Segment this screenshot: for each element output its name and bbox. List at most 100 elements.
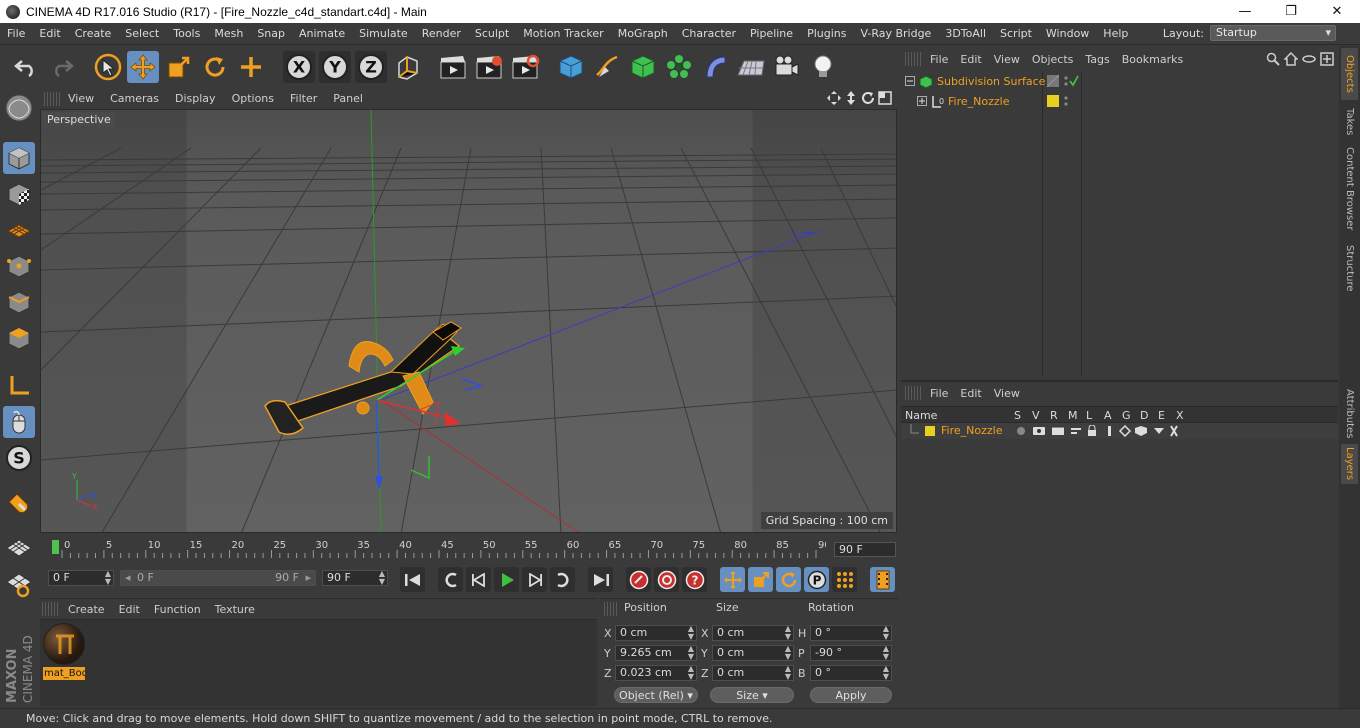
column-visible[interactable]: V [1032, 409, 1040, 422]
layout-dropdown[interactable]: Startup [1210, 25, 1336, 41]
object-row-fire-nozzle[interactable]: 0 Fire_Nozzle [901, 92, 1338, 112]
render-to-picture-viewer-button[interactable] [473, 51, 505, 83]
render-settings-button[interactable] [509, 51, 541, 83]
menu-select[interactable]: Select [118, 27, 166, 40]
add-deformer-button[interactable] [699, 51, 731, 83]
expand-icon[interactable] [917, 96, 927, 106]
tab-structure[interactable]: Structure [1341, 238, 1358, 298]
object-menu-file[interactable]: File [925, 53, 955, 66]
add-light-button[interactable] [807, 51, 839, 83]
menu-tools[interactable]: Tools [166, 27, 207, 40]
rotation-p-field[interactable]: -90 ° ▲ ▼ [810, 645, 892, 661]
menu-edit[interactable]: Edit [32, 27, 67, 40]
menu-create[interactable]: Create [68, 27, 119, 40]
size-mode-dropdown[interactable]: Size ▾ [710, 687, 794, 703]
next-key-button[interactable] [550, 567, 575, 592]
menu-3dtoall[interactable]: 3DToAll [938, 27, 993, 40]
menu-animate[interactable]: Animate [292, 27, 352, 40]
object-menu-view[interactable]: View [989, 53, 1027, 66]
add-cloner-button[interactable] [663, 51, 695, 83]
menu-snap[interactable]: Snap [250, 27, 292, 40]
size-x-field[interactable]: 0 cm ▲ ▼ [712, 625, 794, 641]
x-axis-lock-button[interactable]: X [283, 51, 315, 83]
rotation-b-field[interactable]: 0 ° ▲ ▼ [810, 665, 892, 681]
object-menu-objects[interactable]: Objects [1027, 53, 1081, 66]
layer-color-swatch-icon[interactable] [1047, 95, 1059, 107]
move-tool-button[interactable] [127, 51, 159, 83]
perspective-viewport[interactable]: Y Z X Perspective Grid Spacing : 100 cm [40, 109, 897, 533]
layer-swatch-icon[interactable] [1047, 75, 1059, 87]
minimize-button[interactable]: — [1222, 0, 1268, 23]
menu-mesh[interactable]: Mesh [207, 27, 250, 40]
viewport-menu-cameras[interactable]: Cameras [102, 92, 167, 105]
end-frame-field[interactable]: 90 F [834, 542, 896, 557]
layer-flags[interactable] [1015, 425, 1195, 437]
undo-button[interactable] [10, 51, 42, 83]
menu-render[interactable]: Render [415, 27, 468, 40]
render-view-button[interactable] [437, 51, 469, 83]
object-list[interactable]: Subdivision Surface 0 Fire_Nozzle [901, 72, 1338, 376]
column-locked[interactable]: L [1086, 409, 1092, 422]
tab-takes[interactable]: Takes [1341, 104, 1358, 140]
material-menu-create[interactable]: Create [62, 603, 113, 616]
tab-objects[interactable]: Objects [1341, 48, 1358, 100]
points-mode-button[interactable] [3, 250, 35, 282]
menu-character[interactable]: Character [675, 27, 743, 40]
size-y-field[interactable]: 0 cm ▲ ▼ [712, 645, 794, 661]
tab-layers[interactable]: Layers [1341, 444, 1358, 484]
menu-simulate[interactable]: Simulate [352, 27, 415, 40]
go-to-end-button[interactable] [588, 567, 613, 592]
recent-tools-button[interactable] [235, 51, 267, 83]
current-frame-field[interactable]: 0 F ▲ ▼ [48, 570, 114, 586]
collapse-icon[interactable] [905, 76, 915, 86]
go-to-start-button[interactable] [400, 567, 425, 592]
viewport-menu-display[interactable]: Display [167, 92, 224, 105]
workplane-mode-button[interactable] [3, 214, 35, 246]
enable-axis-button[interactable] [3, 370, 35, 402]
record-active-objects-button[interactable] [626, 567, 651, 592]
texture-mode-button[interactable] [3, 178, 35, 210]
viewport-menu-options[interactable]: Options [224, 92, 282, 105]
edges-mode-button[interactable] [3, 286, 35, 318]
pan-view-icon[interactable] [827, 91, 841, 105]
object-menu-bookmarks[interactable]: Bookmarks [1117, 53, 1190, 66]
coordinate-mode-dropdown[interactable]: Object (Rel) ▾ [614, 687, 698, 703]
scale-tool-button[interactable] [163, 51, 195, 83]
keyframe-selection-button[interactable]: ? [682, 567, 707, 592]
previous-frame-button[interactable] [466, 567, 491, 592]
menu-sculpt[interactable]: Sculpt [468, 27, 516, 40]
key-rotation-button[interactable] [776, 567, 801, 592]
rotate-tool-button[interactable] [199, 51, 231, 83]
visibility-dots-icon[interactable] [1063, 94, 1069, 108]
layer-row-fire-nozzle[interactable]: Fire_Nozzle [901, 423, 1338, 439]
coordinate-system-button[interactable] [391, 51, 423, 83]
search-icon[interactable] [1266, 52, 1280, 66]
new-view-icon[interactable] [1320, 52, 1334, 66]
menu-plugins[interactable]: Plugins [800, 27, 853, 40]
apply-button[interactable]: Apply [810, 687, 892, 703]
tweak-mode-button[interactable] [3, 406, 35, 438]
material-menu-function[interactable]: Function [148, 603, 209, 616]
tab-attributes[interactable]: Attributes [1341, 384, 1358, 444]
toggle-view-layout-icon[interactable] [878, 91, 892, 105]
next-frame-button[interactable] [522, 567, 547, 592]
material-swatch[interactable]: mat_Bod [43, 623, 85, 680]
add-camera-button[interactable] [771, 51, 803, 83]
menu-motion-tracker[interactable]: Motion Tracker [516, 27, 610, 40]
add-cube-button[interactable] [555, 51, 587, 83]
home-icon[interactable] [1284, 52, 1298, 66]
timeline-ruler[interactable]: 0 5 10 15 20 25 30 35 40 45 50 55 60 65 70 75 80 85 90 90 … [40, 536, 898, 562]
key-position-button[interactable] [720, 567, 745, 592]
layer-color-swatch[interactable] [925, 426, 935, 436]
workplane-grid-button[interactable] [3, 532, 35, 564]
close-button[interactable]: ✕ [1314, 0, 1360, 23]
column-generators[interactable]: G [1122, 409, 1131, 422]
column-expressions[interactable]: E [1158, 409, 1165, 422]
position-z-field[interactable]: 0.023 cm ▲ ▼ [615, 665, 697, 681]
panel-grip[interactable] [905, 52, 921, 66]
add-floor-button[interactable] [735, 51, 767, 83]
z-axis-lock-button[interactable]: Z [355, 51, 387, 83]
material-menu-edit[interactable]: Edit [113, 603, 148, 616]
viewport-menu-view[interactable]: View [60, 92, 102, 105]
preview-range-slider[interactable]: ◂ 0 F 90 F ▸ [120, 570, 316, 586]
